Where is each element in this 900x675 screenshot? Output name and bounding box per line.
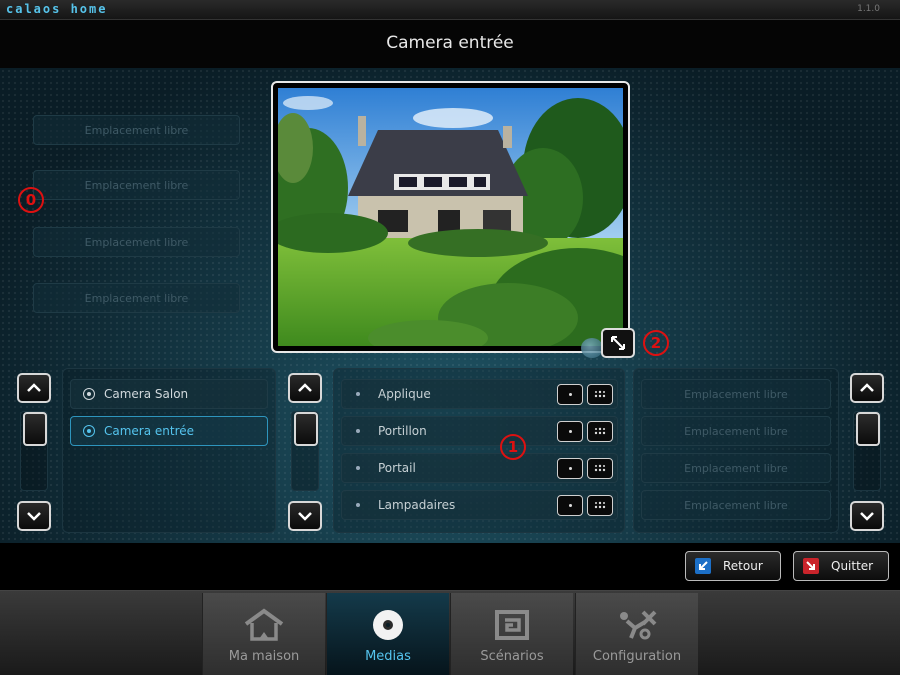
light-dim-button[interactable] [587, 494, 613, 516]
nav-label: Scénarios [480, 649, 544, 664]
camera-label: Camera Salon [104, 387, 189, 401]
scroll-down-button[interactable] [288, 501, 322, 531]
top-bar: calaos home 1.1.0 [0, 0, 900, 20]
chevron-up-icon [298, 383, 312, 392]
dot-icon [568, 392, 572, 396]
left-slot[interactable]: Emplacement libre [33, 283, 240, 313]
nav-tab-configuration[interactable]: Configuration [575, 593, 698, 675]
indicator-bubble [581, 338, 603, 358]
light-item[interactable]: Applique [341, 379, 618, 409]
bottom-navigation: Ma maison Medias Scénarios Configuration [0, 590, 900, 675]
bullet-icon [356, 503, 360, 507]
light-on-button[interactable] [557, 383, 583, 405]
quit-button[interactable]: Quitter [793, 551, 889, 581]
app-version: 1.1.0 [857, 4, 880, 14]
disc-icon [366, 607, 410, 643]
app-logo: calaos home [6, 2, 108, 16]
light-label: Portail [378, 461, 416, 475]
light-dim-button[interactable] [587, 420, 613, 442]
scroll-track[interactable] [853, 411, 881, 491]
scroll-track[interactable] [20, 411, 48, 491]
scroll-thumb[interactable] [294, 412, 318, 446]
scroll-track[interactable] [291, 411, 319, 491]
light-label: Applique [378, 387, 431, 401]
nav-label: Configuration [592, 649, 682, 664]
light-dim-button[interactable] [587, 457, 613, 479]
chevron-up-icon [860, 383, 874, 392]
light-on-button[interactable] [557, 457, 583, 479]
annotation-marker-1: 1 [500, 434, 526, 460]
right-slot[interactable]: Emplacement libre [641, 453, 831, 483]
right-slot[interactable]: Emplacement libre [641, 416, 831, 446]
dot-icon [568, 429, 572, 433]
annotation-marker-0: 0 [18, 187, 44, 213]
bullet-icon [356, 429, 360, 433]
main-panel: Emplacement libre Emplacement libre Empl… [0, 68, 900, 543]
light-item[interactable]: Portail [341, 453, 618, 483]
scroll-thumb[interactable] [23, 412, 47, 446]
nav-tab-scenarios[interactable]: Scénarios [450, 593, 573, 675]
dot-icon [568, 503, 572, 507]
sparkle-icon [594, 501, 606, 509]
light-label: Lampadaires [378, 498, 456, 512]
right-slot[interactable]: Emplacement libre [641, 490, 831, 520]
right-slot[interactable]: Emplacement libre [641, 379, 831, 409]
chevron-up-icon [27, 383, 41, 392]
scroll-down-button[interactable] [850, 501, 884, 531]
title-bar: Camera entrée [0, 20, 900, 68]
page-title: Camera entrée [386, 33, 514, 53]
sparkle-icon [594, 427, 606, 435]
quit-label: Quitter [831, 559, 874, 573]
light-item[interactable]: Portillon [341, 416, 618, 446]
bullet-icon [356, 392, 360, 396]
scroll-down-button[interactable] [17, 501, 51, 531]
chevron-down-icon [27, 512, 41, 521]
fullscreen-button[interactable] [601, 328, 635, 358]
camera-radio-icon [83, 425, 95, 437]
left-slot[interactable]: Emplacement libre [33, 170, 240, 200]
camera-list-item-selected[interactable]: Camera entrée [70, 416, 268, 446]
camera-radio-icon [83, 388, 95, 400]
nav-label: Ma maison [228, 649, 300, 664]
action-bar: Retour Quitter [0, 543, 900, 590]
chevron-down-icon [298, 512, 312, 521]
camera-list-item[interactable]: Camera Salon [70, 379, 268, 409]
sparkle-icon [594, 464, 606, 472]
scroll-up-button[interactable] [17, 373, 51, 403]
bullet-icon [356, 466, 360, 470]
sparkle-icon [594, 390, 606, 398]
dot-icon [568, 466, 572, 470]
back-label: Retour [723, 559, 763, 573]
camera-image [278, 88, 623, 346]
left-slot[interactable]: Emplacement libre [33, 227, 240, 257]
config-icon [615, 607, 659, 643]
house-icon [242, 607, 286, 643]
camera-view [271, 81, 630, 353]
annotation-marker-2: 2 [643, 330, 669, 356]
nav-label: Medias [365, 649, 411, 664]
nav-tab-ma-maison[interactable]: Ma maison [202, 593, 325, 675]
scenario-icon [490, 607, 534, 643]
light-dim-button[interactable] [587, 383, 613, 405]
back-arrow-icon [695, 558, 711, 574]
quit-arrow-icon [803, 558, 819, 574]
light-item[interactable]: Lampadaires [341, 490, 618, 520]
scroll-up-button[interactable] [288, 373, 322, 403]
light-on-button[interactable] [557, 420, 583, 442]
light-label: Portillon [378, 424, 427, 438]
left-slot[interactable]: Emplacement libre [33, 115, 240, 145]
scroll-thumb[interactable] [856, 412, 880, 446]
scroll-up-button[interactable] [850, 373, 884, 403]
camera-label: Camera entrée [104, 424, 195, 438]
light-on-button[interactable] [557, 494, 583, 516]
nav-tab-medias[interactable]: Medias [326, 593, 449, 675]
expand-icon [611, 336, 625, 350]
back-button[interactable]: Retour [685, 551, 781, 581]
chevron-down-icon [860, 512, 874, 521]
